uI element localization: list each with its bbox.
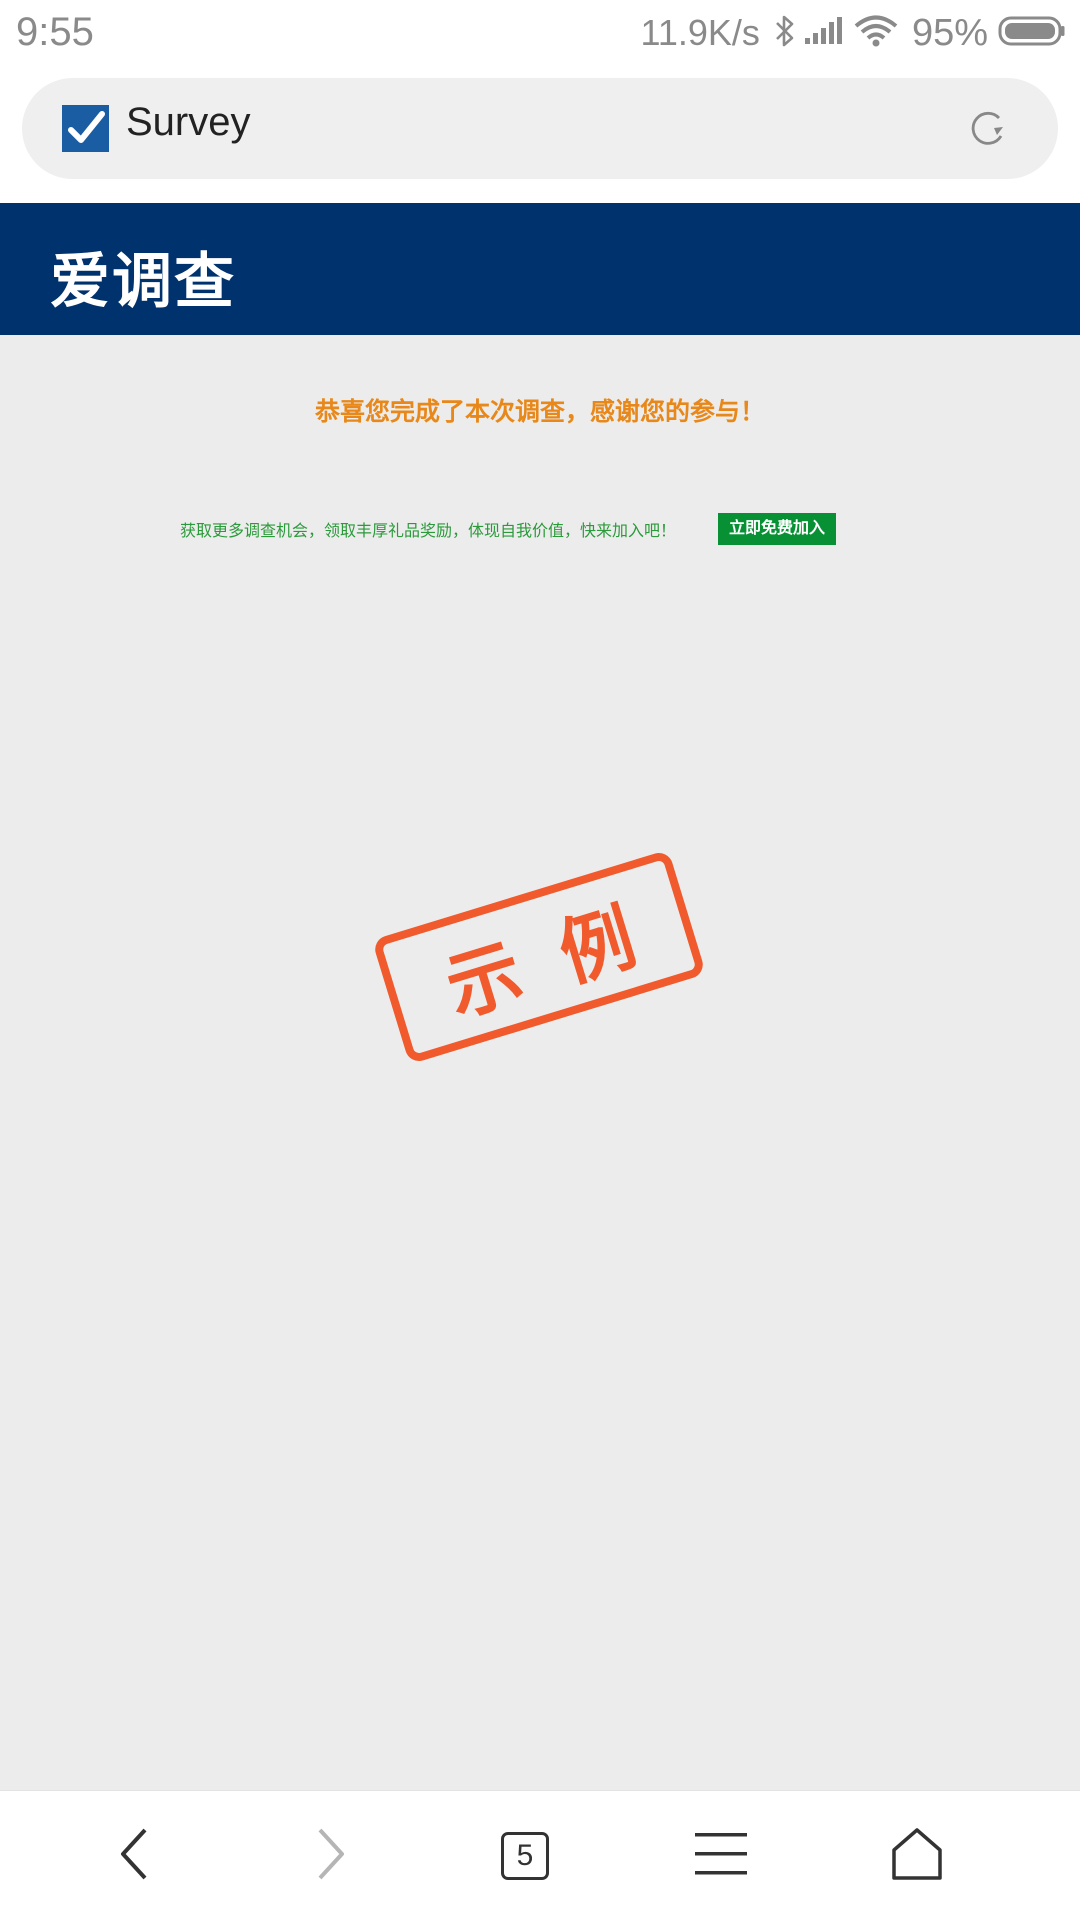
home-icon: [890, 1827, 944, 1885]
page-title: Survey: [126, 100, 251, 144]
battery-icon: [998, 15, 1066, 52]
status-bar: 9:55 11.9K/s 95%: [0, 0, 1080, 68]
sample-stamp: 示例: [371, 849, 707, 1065]
site-logo[interactable]: 爱调查: [50, 233, 236, 320]
checkbox-check-icon: [62, 105, 109, 152]
promo-row: 获取更多调查机会，领取丰厚礼品奖励，体现自我价值，快来加入吧！ 立即免费加入: [180, 513, 837, 545]
browser-toolbar: Survey: [0, 68, 1080, 203]
wifi-icon: [854, 15, 898, 52]
menu-button[interactable]: [686, 1821, 756, 1891]
refresh-icon[interactable]: [966, 108, 1008, 150]
home-button[interactable]: [882, 1821, 952, 1891]
status-time: 9:55: [16, 10, 94, 54]
status-indicators: 11.9K/s 95%: [641, 10, 1066, 56]
back-button[interactable]: [100, 1821, 170, 1891]
forward-icon: [310, 1826, 350, 1886]
back-icon: [115, 1826, 155, 1886]
site-header: 爱调查: [0, 203, 1080, 335]
bottom-nav: 5: [0, 1790, 1080, 1921]
address-bar[interactable]: Survey: [22, 78, 1058, 179]
battery-percent: 95%: [911, 11, 988, 54]
signal-icon: [804, 16, 846, 51]
forward-button[interactable]: [295, 1821, 365, 1891]
bluetooth-icon: [774, 14, 796, 53]
menu-icon: [695, 1831, 747, 1881]
tab-count: 5: [516, 1839, 534, 1872]
success-message: 恭喜您完成了本次调查，感谢您的参与！: [314, 397, 765, 426]
network-speed: 11.9K/s: [640, 12, 760, 53]
tabs-icon: 5: [501, 1832, 549, 1880]
tabs-button[interactable]: 5: [490, 1821, 560, 1891]
promo-text: 获取更多调查机会，领取丰厚礼品奖励，体现自我价值，快来加入吧！: [180, 521, 677, 540]
join-free-button[interactable]: 立即免费加入: [718, 513, 837, 545]
